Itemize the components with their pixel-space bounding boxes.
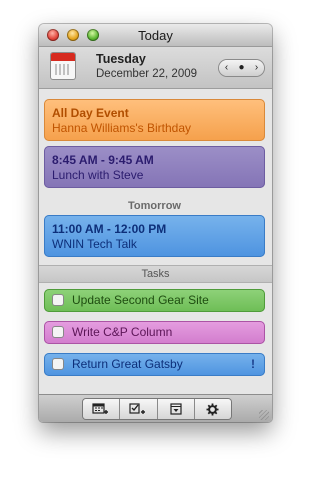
event-subtitle: Hanna Williams's Birthday [52, 121, 192, 135]
new-task-button[interactable] [120, 399, 158, 419]
event-subtitle: Lunch with Steve [52, 168, 144, 182]
toolbar-buttons [83, 399, 231, 419]
event-time: 11:00 AM - 12:00 PM [52, 222, 167, 236]
task-checkbox[interactable] [53, 295, 63, 305]
resize-handle[interactable] [259, 410, 269, 420]
tomorrow-heading: Tomorrow [128, 200, 181, 212]
next-day-button[interactable]: › [249, 60, 264, 76]
menu-button[interactable] [158, 399, 195, 419]
task-checkbox[interactable] [53, 327, 63, 337]
event-time: 8:45 AM - 9:45 AM [52, 153, 154, 167]
today-button[interactable]: ● [234, 60, 249, 76]
tasks-heading: Tasks [39, 265, 272, 283]
event-item[interactable]: 8:45 AM - 9:45 AM Lunch with Steve [44, 146, 265, 188]
priority-flag: ! [251, 357, 255, 371]
task-item[interactable]: Return Great Gatsby ! [44, 353, 265, 376]
gear-icon [206, 403, 219, 415]
task-label: Update Second Gear Site [72, 293, 209, 307]
task-item[interactable]: Write C&P Column [44, 321, 265, 344]
date-header: Tuesday December 22, 2009 ‹ ● › [39, 47, 272, 89]
settings-button[interactable] [195, 399, 231, 419]
bottom-toolbar [39, 394, 272, 422]
title-bar[interactable]: Today [39, 24, 272, 47]
previous-day-button[interactable]: ‹ [219, 60, 234, 76]
task-checkbox[interactable] [53, 359, 63, 369]
window-title: Today [138, 28, 173, 43]
calendar-icon [51, 53, 75, 79]
event-title: All Day Event [52, 106, 129, 120]
date-navigation: ‹ ● › [219, 60, 264, 76]
task-label: Return Great Gatsby [72, 357, 183, 371]
event-subtitle: WNIN Tech Talk [52, 237, 137, 251]
task-item[interactable]: Update Second Gear Site [44, 289, 265, 312]
new-event-icon [92, 403, 109, 414]
agenda-list: All Day Event Hanna Williams's Birthday … [39, 89, 272, 394]
new-event-button[interactable] [83, 399, 121, 419]
dropdown-menu-icon [170, 403, 182, 415]
day-label: Tuesday [96, 52, 146, 66]
event-item[interactable]: 11:00 AM - 12:00 PM WNIN Tech Talk [44, 215, 265, 257]
date-label: December 22, 2009 [96, 68, 198, 80]
today-window: Today Tuesday December 22, 2009 ‹ ● › Al… [39, 24, 272, 422]
event-item[interactable]: All Day Event Hanna Williams's Birthday [44, 99, 265, 141]
task-label: Write C&P Column [72, 325, 173, 339]
new-task-icon [129, 403, 146, 414]
